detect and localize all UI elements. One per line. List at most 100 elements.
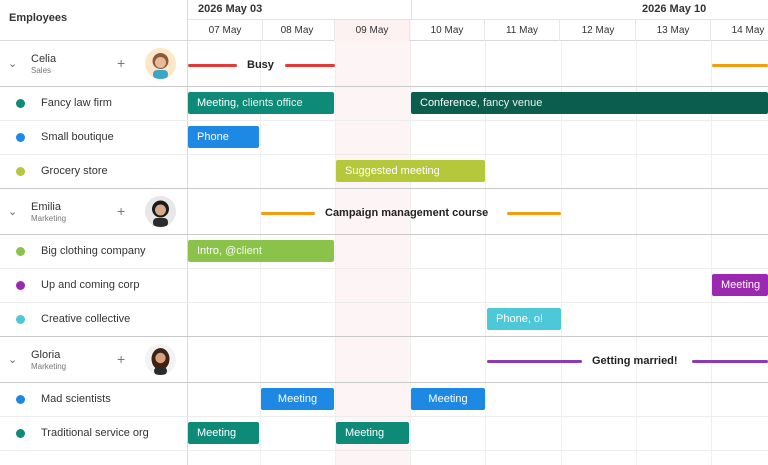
employees-header-title: Employees xyxy=(9,12,68,24)
avatar-portrait-icon xyxy=(145,344,176,375)
resource-cell: Mad scientists xyxy=(0,383,188,416)
employee-cell: ⌄ Gloria Marketing + xyxy=(0,337,188,382)
event-intro[interactable]: Intro, @client xyxy=(188,240,334,262)
employee-name: Celia xyxy=(31,53,57,65)
week-label: 2026 May 03 xyxy=(198,3,263,15)
resource-cell: Small boutique xyxy=(0,121,188,154)
event-subtitle: , @client xyxy=(219,245,262,257)
chevron-down-icon[interactable]: ⌄ xyxy=(8,354,20,366)
course-line-right xyxy=(507,212,561,215)
resource-cell: Traditional service org xyxy=(0,417,188,450)
add-icon[interactable]: + xyxy=(117,204,125,218)
event-meeting[interactable]: Meeting xyxy=(188,422,259,444)
add-icon[interactable]: + xyxy=(117,56,125,70)
status-dot xyxy=(16,99,25,108)
event-line xyxy=(712,64,768,67)
event-title: Conference xyxy=(420,97,477,109)
event-title: Phone xyxy=(496,313,528,325)
day-header[interactable]: 13 May xyxy=(636,20,711,41)
avatar-portrait-icon xyxy=(145,196,176,227)
event-meeting[interactable]: Meeting xyxy=(712,274,768,296)
event-label[interactable]: Getting married! xyxy=(592,355,678,367)
resource-row[interactable]: Big clothing company xyxy=(0,235,768,269)
resource-name: Small boutique xyxy=(41,131,114,143)
resource-cell: Up and coming corp xyxy=(0,269,188,302)
busy-line-left xyxy=(188,64,237,67)
week-label: 2026 May 10 xyxy=(642,3,707,15)
employee-cell: ⌄ Celia Sales + xyxy=(0,41,188,86)
event-title: Meeting xyxy=(428,393,468,405)
day-header[interactable]: 11 May xyxy=(485,20,560,41)
chevron-down-icon[interactable]: ⌄ xyxy=(8,58,20,70)
status-dot xyxy=(16,133,25,142)
course-line-left xyxy=(261,212,315,215)
day-header-today[interactable]: 09 May xyxy=(335,20,410,41)
resource-row[interactable]: Creative collective xyxy=(0,303,768,337)
resource-row[interactable]: Mad scientists xyxy=(0,383,768,417)
event-title: Meeting xyxy=(197,97,237,109)
employee-department: Marketing xyxy=(31,362,67,371)
resource-cell: Fancy law firm xyxy=(0,87,188,120)
event-label[interactable]: Campaign management course xyxy=(325,207,488,219)
day-header[interactable]: 14 May xyxy=(711,20,768,41)
week-divider xyxy=(411,0,412,20)
chevron-down-icon[interactable]: ⌄ xyxy=(8,206,20,218)
avatar xyxy=(145,196,176,227)
event-meeting[interactable]: Meeting xyxy=(336,422,409,444)
employee-department: Marketing xyxy=(31,214,67,223)
day-header-row: 07 May 08 May 09 May 10 May 11 May 12 Ma… xyxy=(188,20,768,41)
status-dot xyxy=(16,281,25,290)
resource-name: Creative collective xyxy=(41,313,131,325)
empty-row xyxy=(0,451,768,465)
resource-cell: Creative collective xyxy=(0,303,188,336)
event-subtitle: , o! xyxy=(527,313,544,325)
event-phone[interactable]: Phone, o! xyxy=(487,308,561,330)
employee-name: Emilia xyxy=(31,201,61,213)
resource-name: Grocery store xyxy=(41,165,108,177)
married-line-left xyxy=(487,360,582,363)
status-dot xyxy=(16,167,25,176)
employee-department: Sales xyxy=(31,66,52,75)
week-header-row: 2026 May 03 2026 May 10 xyxy=(188,0,768,20)
event-meeting[interactable]: Meeting xyxy=(411,388,485,410)
resource-cell: Big clothing company xyxy=(0,235,188,268)
status-dot xyxy=(16,395,25,404)
empty-cell xyxy=(0,451,188,465)
event-title: Phone xyxy=(197,131,229,143)
event-meeting[interactable]: Meeting xyxy=(261,388,334,410)
day-header[interactable]: 10 May xyxy=(410,20,485,41)
busy-line-right xyxy=(285,64,335,67)
status-dot xyxy=(16,247,25,256)
event-title: Meeting xyxy=(721,279,761,291)
event-title: Intro xyxy=(197,245,220,257)
employees-column-header[interactable]: Employees xyxy=(0,0,188,41)
event-subtitle: , fancy venue xyxy=(476,97,543,109)
event-phone[interactable]: Phone xyxy=(188,126,259,148)
employee-row-celia[interactable]: ⌄ Celia Sales + xyxy=(0,41,768,87)
event-label[interactable]: Busy xyxy=(247,59,274,71)
status-dot xyxy=(16,315,25,324)
resource-row[interactable]: Small boutique xyxy=(0,121,768,155)
resource-name: Mad scientists xyxy=(41,393,111,405)
add-icon[interactable]: + xyxy=(117,352,125,366)
employee-cell: ⌄ Emilia Marketing + xyxy=(0,189,188,234)
employee-name: Gloria xyxy=(31,349,61,361)
event-title: Meeting xyxy=(277,393,318,405)
event-title: Meeting xyxy=(345,427,385,439)
avatar xyxy=(145,48,176,79)
event-subtitle: , clients office xyxy=(236,97,303,109)
day-header[interactable]: 07 May xyxy=(188,20,263,41)
resource-row[interactable]: Up and coming corp xyxy=(0,269,768,303)
day-header[interactable]: 12 May xyxy=(561,20,636,41)
day-header[interactable]: 08 May xyxy=(260,20,335,41)
event-suggested-meeting[interactable]: Suggested meeting xyxy=(336,160,485,182)
resource-name: Fancy law firm xyxy=(41,97,112,109)
avatar-portrait-icon xyxy=(145,48,176,79)
event-title: Meeting xyxy=(197,427,237,439)
event-conference[interactable]: Conference, fancy venue xyxy=(411,92,768,114)
resource-name: Big clothing company xyxy=(41,245,146,257)
event-meeting[interactable]: Meeting, clients office xyxy=(188,92,334,114)
resource-name: Up and coming corp xyxy=(41,279,140,291)
resource-cell: Grocery store xyxy=(0,155,188,188)
avatar xyxy=(145,344,176,375)
